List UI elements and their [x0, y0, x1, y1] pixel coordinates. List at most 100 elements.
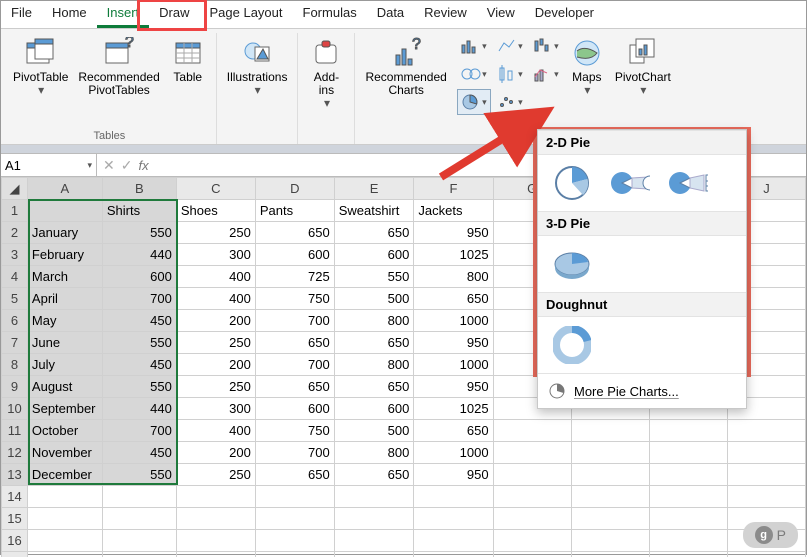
addins-button[interactable]: Add- ins▾: [304, 33, 348, 113]
cell[interactable]: [176, 552, 255, 557]
cell[interactable]: February: [27, 244, 102, 266]
cell[interactable]: [493, 464, 571, 486]
row-header[interactable]: 12: [2, 442, 28, 464]
row-header[interactable]: 8: [2, 354, 28, 376]
cell[interactable]: [493, 486, 571, 508]
pie-3d-option[interactable]: [552, 246, 592, 282]
cell[interactable]: May: [27, 310, 102, 332]
cell[interactable]: [493, 552, 571, 557]
cell[interactable]: 550: [334, 266, 414, 288]
cell[interactable]: 700: [255, 442, 334, 464]
cell[interactable]: 700: [102, 420, 176, 442]
tab-draw[interactable]: Draw: [149, 1, 199, 28]
cell[interactable]: [649, 442, 727, 464]
cell[interactable]: 650: [334, 222, 414, 244]
cell[interactable]: [571, 420, 649, 442]
cell[interactable]: 700: [255, 354, 334, 376]
cell[interactable]: 550: [102, 464, 176, 486]
maps-button[interactable]: Maps▾: [565, 33, 609, 99]
cell[interactable]: 1000: [414, 354, 493, 376]
cell[interactable]: 650: [334, 332, 414, 354]
hierarchy-chart-button[interactable]: ▾: [457, 61, 491, 87]
column-chart-button[interactable]: ▾: [457, 33, 491, 59]
cell[interactable]: 550: [102, 376, 176, 398]
row-header[interactable]: 7: [2, 332, 28, 354]
cell[interactable]: [27, 508, 102, 530]
tab-file[interactable]: File: [1, 1, 42, 28]
cell[interactable]: [27, 552, 102, 557]
col-header[interactable]: D: [255, 178, 334, 200]
tab-home[interactable]: Home: [42, 1, 97, 28]
cell[interactable]: [255, 508, 334, 530]
cell[interactable]: 950: [414, 222, 493, 244]
select-all[interactable]: ◢: [2, 178, 28, 200]
cell[interactable]: [727, 464, 805, 486]
pie-2d-option[interactable]: [552, 165, 592, 201]
cell[interactable]: 800: [334, 310, 414, 332]
cell[interactable]: 750: [255, 288, 334, 310]
cell[interactable]: 250: [176, 332, 255, 354]
cell[interactable]: [493, 508, 571, 530]
name-box[interactable]: A1 ▾: [1, 154, 97, 176]
row-header[interactable]: 13: [2, 464, 28, 486]
cell[interactable]: 200: [176, 310, 255, 332]
cell[interactable]: 650: [334, 464, 414, 486]
cell[interactable]: Pants: [255, 200, 334, 222]
cell[interactable]: [571, 464, 649, 486]
cell[interactable]: 400: [176, 288, 255, 310]
row-header[interactable]: 17: [2, 552, 28, 557]
col-header[interactable]: A: [27, 178, 102, 200]
cell[interactable]: [334, 486, 414, 508]
cell[interactable]: [255, 552, 334, 557]
pivottable-button[interactable]: PivotTable▾: [9, 33, 72, 99]
cell[interactable]: 450: [102, 354, 176, 376]
cell[interactable]: 650: [414, 420, 493, 442]
cell[interactable]: 500: [334, 420, 414, 442]
cell[interactable]: 200: [176, 442, 255, 464]
cell[interactable]: [414, 486, 493, 508]
cell[interactable]: 250: [176, 464, 255, 486]
pie-of-pie-option[interactable]: [610, 165, 650, 201]
cell[interactable]: November: [27, 442, 102, 464]
row-header[interactable]: 6: [2, 310, 28, 332]
pivotchart-button[interactable]: PivotChart▾: [611, 33, 675, 99]
cell[interactable]: 600: [255, 244, 334, 266]
cell[interactable]: 950: [414, 332, 493, 354]
cell[interactable]: Shoes: [176, 200, 255, 222]
cell[interactable]: [27, 486, 102, 508]
cell[interactable]: 200: [176, 354, 255, 376]
cell[interactable]: 725: [255, 266, 334, 288]
cell[interactable]: [649, 420, 727, 442]
tab-data[interactable]: Data: [367, 1, 414, 28]
cell[interactable]: 950: [414, 464, 493, 486]
row-header[interactable]: 15: [2, 508, 28, 530]
row-header[interactable]: 10: [2, 398, 28, 420]
cell[interactable]: [649, 530, 727, 552]
cell[interactable]: [334, 552, 414, 557]
col-header[interactable]: B: [102, 178, 176, 200]
cell[interactable]: 550: [102, 222, 176, 244]
illustrations-button[interactable]: Illustrations▾: [223, 33, 292, 99]
cell[interactable]: 650: [334, 376, 414, 398]
cell[interactable]: Jackets: [414, 200, 493, 222]
cell[interactable]: 300: [176, 398, 255, 420]
cell[interactable]: [727, 420, 805, 442]
cell[interactable]: October: [27, 420, 102, 442]
row-header[interactable]: 9: [2, 376, 28, 398]
fx-label[interactable]: fx: [138, 158, 148, 173]
cell[interactable]: [727, 552, 805, 557]
cell[interactable]: [727, 442, 805, 464]
cell[interactable]: 300: [176, 244, 255, 266]
row-header[interactable]: 5: [2, 288, 28, 310]
cell[interactable]: 600: [102, 266, 176, 288]
tab-developer[interactable]: Developer: [525, 1, 604, 28]
cell[interactable]: December: [27, 464, 102, 486]
cell[interactable]: 600: [334, 398, 414, 420]
row-header[interactable]: 11: [2, 420, 28, 442]
line-chart-button[interactable]: ▾: [493, 33, 527, 59]
bar-of-pie-option[interactable]: [668, 165, 708, 201]
row-header[interactable]: 2: [2, 222, 28, 244]
cell[interactable]: [334, 508, 414, 530]
cell[interactable]: [649, 508, 727, 530]
col-header[interactable]: F: [414, 178, 493, 200]
